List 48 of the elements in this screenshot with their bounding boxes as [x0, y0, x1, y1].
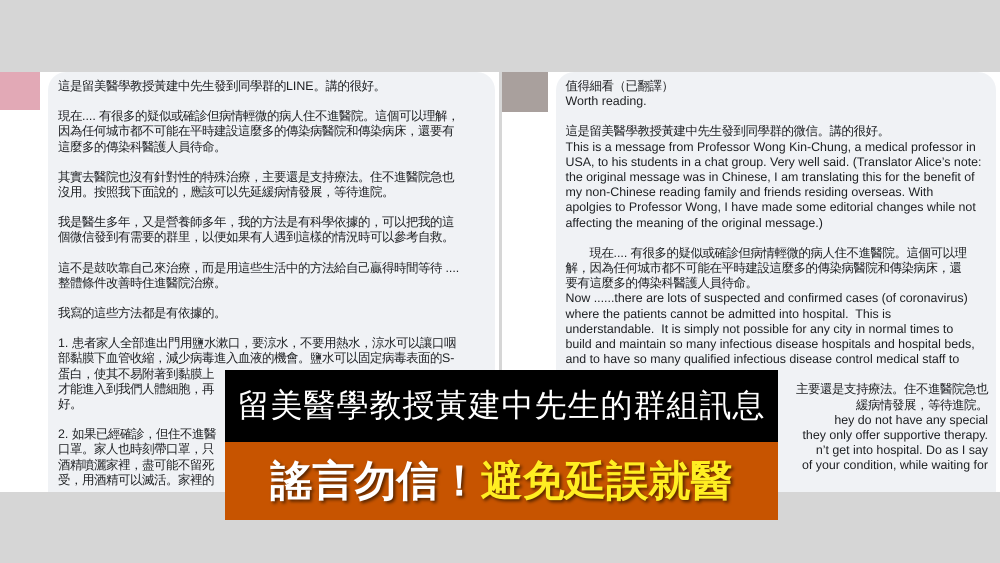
message-line: 這不是鼓吹靠自己來治療，而是用這些生活中的方法給自己贏得時間等待 .... — [58, 260, 460, 276]
message-line: where the patients cannot be admitted into hospital. This is — [566, 306, 892, 322]
message-line: 我是醫生多年，又是營養師多年，我的方法是有科學依據的，可以把我的這 — [58, 215, 454, 230]
message-line: hey do not have any special — [834, 412, 988, 428]
message-line: USA, to his students in a chat group. Very well said. (Translator Alice’s note: — [566, 154, 982, 170]
message-line: the original message was in Chinese, I am translating this for the benefit of — [566, 170, 975, 186]
message-line: 蛋白，使其不易附著到黏膜上 — [58, 366, 214, 382]
message-line: 要有這麼多的傳染科醫護人員待命。 — [566, 276, 758, 292]
message-line: Now ......there are lots of suspected and confirmed cases (of coronavirus) — [566, 291, 968, 307]
message-line: 受，用酒精可以滅活。家裡的 — [58, 472, 214, 488]
message-line: 口罩。家人也時刻帶口罩，只 — [58, 442, 214, 458]
message-line: build and maintain so many infectious disease hospitals and hospital beds, — [566, 337, 975, 352]
message-line: 主要還是支持療法。住不進醫院急也 — [796, 382, 988, 398]
message-line: 現在.... 有很多的疑似或確診但病情輕微的病人住不進醫院。這個可以理解， — [58, 109, 460, 124]
message-line: 個微信發到有需要的群里，以便如果有人遇到這樣的情況時可以參考自救。 — [58, 230, 454, 246]
message-line: 好。 — [58, 397, 82, 412]
message-line: 現在.... 有很多的疑似或確診但病情輕微的病人住不進醫院。這個可以理 — [588, 246, 967, 262]
message-line: 部黏膜下血管收縮，減少病毒進入血液的機會。鹽水可以固定病毒表面的S- — [58, 351, 454, 367]
message-line: 緩病情發展，等待進院。 — [856, 398, 988, 413]
message-line: 我寫的這些方法都是有依據的。 — [58, 306, 226, 322]
message-line: 2. 如果已經確診，但住不進醫 — [58, 427, 216, 442]
avatar-placeholder — [502, 72, 548, 112]
message-line: 沒用。按照我下面說的，應該可以先延緩病情發展，等待進院。 — [58, 185, 394, 200]
caption-title: 留美醫學教授黃建中先生的群組訊息 — [225, 370, 778, 442]
message-line: affecting the meaning of the original message.) — [566, 216, 823, 231]
message-line: 酒精噴灑家裡，盡可能不留死 — [58, 458, 214, 473]
message-line: understandable. It is simply not possible for any city in normal times to — [566, 322, 954, 338]
message-line: 整體條件改善時住進醫院治療。 — [58, 276, 226, 292]
message-line: This is a message from Professor Wong Kin-Chung, a medical professor in — [566, 140, 976, 155]
headline-text: 避免延誤就醫 — [480, 456, 732, 506]
avatar-placeholder — [0, 72, 40, 110]
message-line: 這是留美醫學教授黃建中先生發到同學群的微信。講的很好。 — [566, 124, 890, 140]
message-line: 因為任何城市都不可能在平時建設這麼多的傳染病醫院和傳染病床，還要有 — [58, 124, 454, 140]
message-line: 其實去醫院也沒有針對性的特殊治療，主要還是支持療法。住不進醫院急也 — [58, 170, 454, 186]
message-line: 這是留美醫學教授黃建中先生發到同學群的LINE。講的很好。 — [58, 79, 386, 94]
message-line: 這麼多的傳染科醫護人員待命。 — [58, 140, 226, 155]
message-line: 才能進入到我們人體細胞，再 — [58, 382, 214, 398]
message-line: they only offer supportive therapy. — [802, 428, 988, 444]
message-line: 解，因為任何城市都不可能在平時建設這麼多的傳染病醫院和傳染病床，還 — [566, 261, 962, 276]
message-line: n’t get into hospital. Do as I say — [816, 443, 988, 458]
message-line: 1. 患者家人全部進出門用鹽水漱口，要涼水，不要用熱水，涼水可以讓口咽 — [58, 336, 456, 352]
message-line: Worth reading. — [566, 94, 647, 110]
message-line: and to have so many qualified infectious disease control medical staff to — [566, 352, 960, 368]
headline-text: 謠言勿信！ — [270, 456, 480, 506]
message-line: my non-Chinese reading family and friends residing overseas. With — [566, 185, 934, 200]
message-line: apolgies to Professor Wong, I have made some editorial changes while not — [566, 200, 976, 216]
message-line: 值得細看（已翻譯） — [566, 79, 674, 94]
message-line: of your condition, while waiting for — [802, 458, 988, 474]
